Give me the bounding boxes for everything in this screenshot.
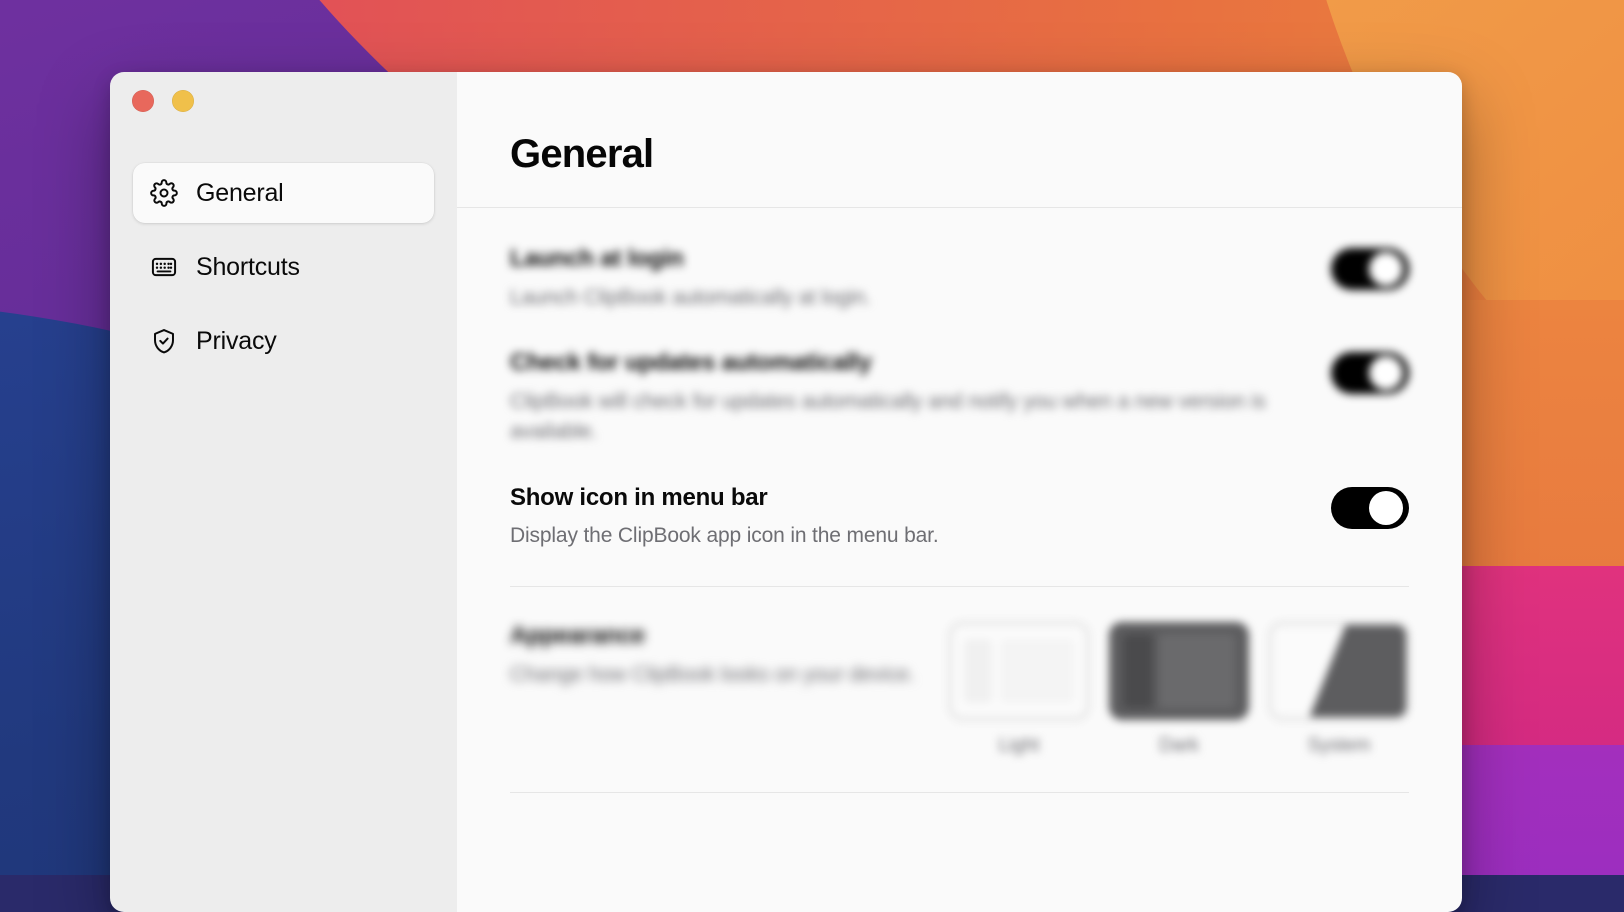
sidebar-item-label-general: General xyxy=(196,179,284,208)
settings-rows: Launch at login Launch ClipBook automati… xyxy=(457,208,1462,793)
toggle-show-icon-in-menu-bar[interactable] xyxy=(1331,487,1409,529)
theme-option-system[interactable]: System xyxy=(1269,622,1409,757)
sidebar-item-privacy[interactable]: Privacy xyxy=(133,311,434,371)
theme-thumb-light xyxy=(949,622,1089,720)
page-title: General xyxy=(510,132,653,177)
setting-row-show-icon-in-menu-bar: Show icon in menu bar Display the ClipBo… xyxy=(510,447,1409,551)
theme-option-light[interactable]: Light xyxy=(949,622,1089,757)
theme-label-light: Light xyxy=(999,735,1040,757)
theme-label-system: System xyxy=(1308,735,1371,757)
toggle-knob xyxy=(1369,252,1403,286)
close-button[interactable] xyxy=(132,90,154,112)
sidebar-item-label-shortcuts: Shortcuts xyxy=(196,253,300,282)
content-header: General xyxy=(457,72,1462,207)
setting-text-appearance: Appearance Change how ClipBook looks on … xyxy=(510,622,915,689)
setting-control-launch-at-login xyxy=(1331,245,1409,290)
setting-text-launch-at-login: Launch at login Launch ClipBook automati… xyxy=(510,245,871,312)
setting-desc-launch-at-login: Launch ClipBook automatically at login. xyxy=(510,283,871,313)
setting-title-show-icon-in-menu-bar: Show icon in menu bar xyxy=(510,484,939,512)
sidebar-item-label-privacy: Privacy xyxy=(196,327,277,356)
setting-desc-check-for-updates: ClipBook will check for updates automati… xyxy=(510,387,1270,447)
setting-title-launch-at-login: Launch at login xyxy=(510,245,871,273)
setting-row-appearance: Appearance Change how ClipBook looks on … xyxy=(510,587,1409,757)
content-pane: General Launch at login Launch ClipBook … xyxy=(457,72,1462,912)
minimize-button[interactable] xyxy=(172,90,194,112)
keyboard-icon xyxy=(150,253,178,281)
setting-row-check-for-updates: Check for updates automatically ClipBook… xyxy=(510,312,1409,446)
setting-control-show-icon-in-menu-bar xyxy=(1331,484,1409,529)
setting-desc-show-icon-in-menu-bar: Display the ClipBook app icon in the men… xyxy=(510,521,939,551)
setting-text-check-for-updates: Check for updates automatically ClipBook… xyxy=(510,349,1270,446)
toggle-launch-at-login[interactable] xyxy=(1331,248,1409,290)
theme-option-dark[interactable]: Dark xyxy=(1109,622,1249,757)
toggle-check-for-updates[interactable] xyxy=(1331,352,1409,394)
sidebar-nav: General Shortcuts xyxy=(133,163,434,385)
setting-title-appearance: Appearance xyxy=(510,622,915,650)
sidebar: General Shortcuts xyxy=(110,72,457,912)
toggle-knob xyxy=(1369,491,1403,525)
theme-thumb-dark xyxy=(1109,622,1249,720)
setting-title-check-for-updates: Check for updates automatically xyxy=(510,349,1270,377)
setting-desc-appearance: Change how ClipBook looks on your device… xyxy=(510,660,915,690)
theme-thumb-system xyxy=(1269,622,1409,720)
appearance-theme-options: Light Dark System xyxy=(949,622,1409,757)
toggle-knob xyxy=(1369,356,1403,390)
section-divider-bottom xyxy=(510,792,1409,793)
window-controls xyxy=(132,90,194,112)
settings-window: General Shortcuts xyxy=(110,72,1462,912)
sidebar-item-general[interactable]: General xyxy=(133,163,434,223)
sidebar-item-shortcuts[interactable]: Shortcuts xyxy=(133,237,434,297)
shield-check-icon xyxy=(150,327,178,355)
setting-text-show-icon-in-menu-bar: Show icon in menu bar Display the ClipBo… xyxy=(510,484,939,551)
gear-icon xyxy=(150,179,178,207)
setting-row-launch-at-login: Launch at login Launch ClipBook automati… xyxy=(510,208,1409,312)
setting-control-check-for-updates xyxy=(1331,349,1409,394)
theme-label-dark: Dark xyxy=(1159,735,1199,757)
